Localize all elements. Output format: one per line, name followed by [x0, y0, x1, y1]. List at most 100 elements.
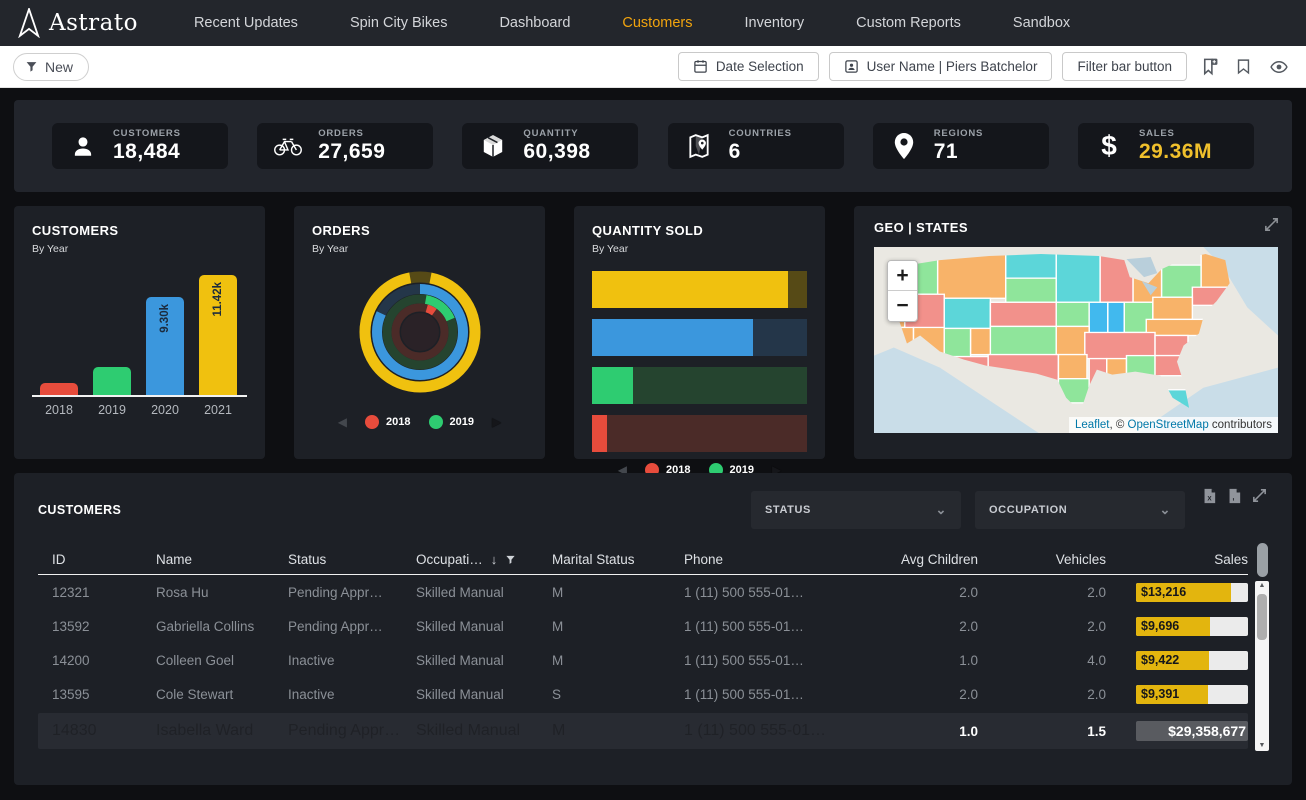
kpi-label: QUANTITY [523, 128, 590, 139]
quantity-chart-panel: QUANTITY SOLD By Year ◀20182019▶ [574, 206, 825, 459]
hidden-row-marital: M [552, 722, 684, 740]
kpi-label: COUNTRIES [729, 128, 792, 139]
leaflet-map[interactable]: + − Leaflet, © OpenStreetMap contributor… [874, 247, 1278, 433]
person-icon [68, 133, 98, 159]
kpi-label: REGIONS [934, 128, 983, 139]
sales-bar: $9,391 [1136, 685, 1248, 704]
col-header-id[interactable]: ID [38, 552, 156, 567]
col-header-status[interactable]: Status [288, 552, 416, 567]
bar-2019[interactable] [93, 367, 131, 395]
col-header-name[interactable]: Name [156, 552, 288, 567]
customers-bar-chart: 9.30k 11.42k [32, 265, 247, 397]
bar-2021[interactable]: 11.42k [199, 275, 237, 395]
col-header-vehicles[interactable]: Vehicles [978, 552, 1106, 567]
table-title: CUSTOMERS [38, 503, 121, 517]
kpi-card-sales: $SALES29.36M [1078, 123, 1254, 169]
sales-bar: $9,422 [1136, 651, 1248, 670]
customers-chart-subtitle: By Year [32, 243, 247, 255]
bar-2018[interactable] [40, 383, 78, 395]
zoom-in-button[interactable]: + [888, 261, 917, 291]
kpi-value: 60,398 [523, 140, 590, 164]
orders-chart-title: ORDERS [312, 223, 527, 238]
customers-table-panel: CUSTOMERS STATUS ⌄ OCCUPATION ⌄ X , [14, 473, 1292, 785]
date-selection-label: Date Selection [716, 59, 804, 74]
column-filter-icon[interactable] [505, 554, 516, 565]
expand-icon[interactable] [1251, 487, 1268, 505]
kpi-label: CUSTOMERS [113, 128, 181, 139]
vertical-scrollbar[interactable]: ▲ ▼ [1255, 581, 1269, 751]
customers-chart-panel: CUSTOMERS By Year 9.30k11.42k 2018201920… [14, 206, 265, 459]
quantity-bar-2018[interactable] [592, 415, 807, 452]
x-tick-label: 2020 [146, 403, 184, 417]
kpi-label: ORDERS [318, 128, 385, 139]
x-tick-label: 2021 [199, 403, 237, 417]
sales-bar: $13,216 [1136, 583, 1248, 602]
bar-value-label: 11.42k [212, 282, 224, 317]
nav-item-custom-reports[interactable]: Custom Reports [830, 15, 987, 31]
kpi-value: 27,659 [318, 140, 385, 164]
nav-item-recent-updates[interactable]: Recent Updates [168, 15, 324, 31]
col-header-marital-status[interactable]: Marital Status [552, 552, 684, 567]
date-selection-button[interactable]: Date Selection [678, 52, 819, 81]
col-header-phone[interactable]: Phone [684, 552, 856, 567]
kpi-card-customers: CUSTOMERS18,484 [52, 123, 228, 169]
scroll-up-arrow[interactable]: ▲ [1259, 581, 1266, 591]
new-filter-label: New [45, 59, 73, 75]
x-tick-label: 2019 [93, 403, 131, 417]
kpi-card-regions: REGIONS71 [873, 123, 1049, 169]
table-row[interactable]: 12321Rosa HuPending Appr…Skilled ManualM… [38, 575, 1248, 609]
total-vehicles: 1.5 [978, 724, 1106, 739]
col-header-occupati-[interactable]: Occupati…↓ [416, 552, 552, 567]
scrollbar-thumb[interactable] [1257, 594, 1267, 640]
new-filter-button[interactable]: New [13, 53, 89, 81]
bookmark-add-icon[interactable] [1197, 57, 1222, 76]
map-zoom-control: + − [887, 260, 918, 322]
kpi-label: SALES [1139, 128, 1212, 139]
status-filter-dropdown[interactable]: STATUS ⌄ [751, 491, 961, 529]
scrollbar-cap[interactable] [1257, 543, 1268, 577]
table-body: 12321Rosa HuPending Appr…Skilled ManualM… [38, 575, 1248, 711]
kpi-value: 71 [934, 140, 983, 164]
quantity-bar-2020[interactable] [592, 319, 807, 356]
bookmark-icon[interactable] [1232, 57, 1255, 76]
nav-item-spin-city-bikes[interactable]: Spin City Bikes [324, 15, 474, 31]
legend-item-2018[interactable]: 2018 [365, 415, 410, 429]
table-row[interactable]: 14200Colleen GoelInactiveSkilled ManualM… [38, 643, 1248, 677]
occupation-filter-dropdown[interactable]: OCCUPATION ⌄ [975, 491, 1185, 529]
astrato-logo[interactable]: Astrato [16, 8, 138, 38]
col-header-avg-children[interactable]: Avg Children [856, 552, 978, 567]
scroll-down-arrow[interactable]: ▼ [1259, 741, 1266, 751]
filter-bar-button[interactable]: Filter bar button [1062, 52, 1187, 81]
hidden-row-occupation: Skilled Manual [416, 722, 552, 740]
user-label: User Name | Piers Batchelor [867, 59, 1038, 74]
user-button[interactable]: User Name | Piers Batchelor [829, 52, 1053, 81]
quantity-bar-2021[interactable] [592, 271, 807, 308]
nav-item-inventory[interactable]: Inventory [719, 15, 831, 31]
nav-item-dashboard[interactable]: Dashboard [473, 15, 596, 31]
table-row[interactable]: 13595Cole StewartInactiveSkilled ManualS… [38, 677, 1248, 711]
nav-item-customers[interactable]: Customers [596, 15, 718, 31]
zoom-out-button[interactable]: − [888, 291, 917, 321]
col-header-sales[interactable]: Sales [1106, 552, 1248, 567]
csv-export-icon[interactable]: , [1226, 487, 1243, 505]
kpi-value: 6 [729, 140, 792, 164]
astrato-logo-icon [16, 8, 42, 38]
legend-next-arrow[interactable]: ▶ [492, 415, 501, 429]
x-tick-label: 2018 [40, 403, 78, 417]
eye-icon[interactable] [1265, 58, 1293, 76]
excel-export-icon[interactable]: X [1201, 487, 1218, 505]
location-pin-icon [889, 132, 919, 160]
expand-icon[interactable] [1263, 216, 1280, 233]
osm-link[interactable]: OpenStreetMap [1128, 419, 1209, 431]
quantity-hbar-chart [592, 271, 807, 452]
quantity-bar-2019[interactable] [592, 367, 807, 404]
legend-prev-arrow[interactable]: ◀ [338, 415, 347, 429]
nav-item-sandbox[interactable]: Sandbox [987, 15, 1096, 31]
legend-item-2019[interactable]: 2019 [429, 415, 474, 429]
sort-desc-icon[interactable]: ↓ [491, 552, 498, 567]
leaflet-link[interactable]: Leaflet [1075, 419, 1110, 431]
bar-2020[interactable]: 9.30k [146, 297, 184, 395]
table-row[interactable]: 13592Gabriella CollinsPending Appr…Skill… [38, 609, 1248, 643]
legend-dot [365, 415, 379, 429]
chevron-down-icon: ⌄ [1160, 502, 1172, 518]
